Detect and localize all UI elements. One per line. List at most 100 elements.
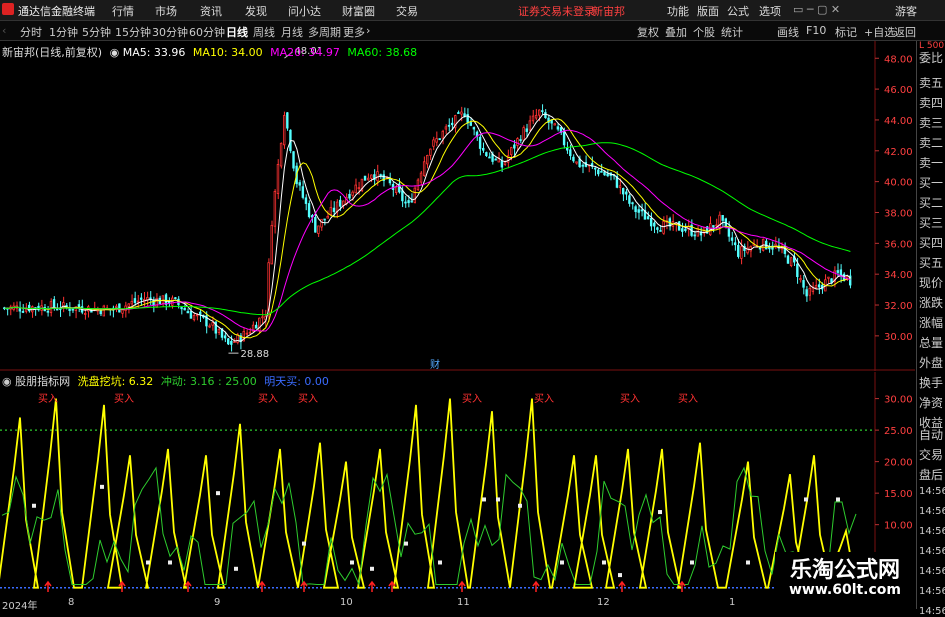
menu-item-caifuquan[interactable]: 财富圈 — [342, 3, 375, 19]
tool-f10-button[interactable]: F10 — [806, 24, 826, 37]
side-panel-label: 卖三 — [919, 116, 944, 130]
side-panel-label: 买四 — [919, 236, 944, 250]
candle-body — [618, 185, 622, 188]
period-tab-5min[interactable]: 5分钟 — [82, 24, 111, 40]
menu-item-wenxiaoda[interactable]: 问小达 — [288, 3, 321, 19]
candle-body — [413, 187, 417, 203]
x-tick-label: 11 — [457, 597, 470, 608]
candle-body — [721, 215, 724, 221]
candle-body — [317, 225, 320, 234]
menu-item-jiaoyi[interactable]: 交易 — [396, 3, 418, 19]
menu-item-xuanxiang[interactable]: 选项 — [759, 3, 781, 19]
tool-back-button[interactable]: 返回 — [894, 24, 916, 40]
candle-body — [404, 201, 407, 204]
candle-body — [789, 257, 793, 267]
period-tab-more[interactable]: 更多 — [343, 24, 365, 40]
candle-body — [401, 190, 404, 202]
candle-body — [301, 186, 305, 198]
period-tab-30min[interactable]: 30分钟 — [152, 24, 188, 40]
candle-body — [600, 170, 603, 173]
candle-body — [553, 123, 556, 126]
menu-item-zixun[interactable]: 资讯 — [200, 3, 222, 19]
tool-add-watch-button[interactable]: +自选 — [864, 24, 895, 40]
candle-body — [366, 177, 370, 181]
guest-label[interactable]: 游客 — [895, 3, 917, 19]
menu-item-hangqing[interactable]: 行情 — [112, 3, 134, 19]
candle-body — [376, 171, 379, 182]
indicator-mingtianmai: 明天买: 0.00 — [264, 375, 329, 388]
candle-body — [808, 288, 811, 296]
period-toolbar: ‹ 分时 1分钟 5分钟 15分钟 30分钟 60分钟 日线 周线 月线 多周期… — [0, 21, 945, 41]
price-chart-panel[interactable]: 48.00 46.00 44.00 42.00 40.00 38.00 36.00 34.00… — [0, 41, 915, 371]
candle-body — [522, 127, 525, 141]
x-tick-label: 8 — [68, 597, 75, 608]
menu-item-gongshi[interactable]: 公式 — [727, 3, 749, 19]
period-tab-monthly[interactable]: 月线 — [281, 24, 303, 40]
window-controls[interactable]: ▭ ─ ▢ ✕ — [793, 3, 840, 16]
period-tab-weekly[interactable]: 周线 — [253, 24, 275, 40]
candle-body — [199, 311, 202, 316]
side-panel-label: 现价 — [919, 276, 944, 290]
candlestick-chart[interactable]: 48.00 46.00 44.00 42.00 40.00 38.00 36.00 34.00… — [0, 41, 915, 371]
candle-body — [727, 227, 731, 237]
candle-body — [273, 191, 277, 227]
candle-body — [18, 308, 22, 312]
signal-dot — [100, 484, 104, 489]
period-tab-multi[interactable]: 多周期 — [308, 24, 341, 40]
tool-gegu-button[interactable]: 个股 — [693, 24, 715, 40]
price-axis-label: 42.00 — [884, 147, 913, 158]
side-panel-label: 14:56 — [919, 526, 945, 537]
candle-body — [223, 335, 227, 339]
candle-body — [388, 178, 392, 184]
candle-body — [152, 299, 155, 306]
ma-settings-icon[interactable]: ◉ — [110, 46, 120, 59]
buy-label: 买入 — [114, 393, 134, 405]
candle-body — [562, 131, 566, 146]
period-tab-15min[interactable]: 15分钟 — [115, 24, 151, 40]
candle-body — [649, 218, 653, 227]
side-panel-label: 卖四 — [919, 96, 944, 110]
candle-body — [270, 224, 273, 265]
candle-body — [248, 331, 252, 334]
tool-diejia-button[interactable]: 叠加 — [665, 24, 687, 40]
menu-item-faxian[interactable]: 发现 — [245, 3, 267, 19]
side-panel-label: 卖一 — [919, 156, 944, 170]
candle-body — [805, 289, 808, 297]
candle-body — [534, 114, 538, 119]
side-panel-label: 买二 — [919, 196, 944, 210]
candle-body — [606, 173, 609, 177]
candle-body — [180, 307, 183, 310]
tool-fuquan-button[interactable]: 复权 — [637, 24, 659, 40]
candle-body — [503, 161, 507, 165]
period-tab-60min[interactable]: 60分钟 — [189, 24, 225, 40]
side-panel-label: 净资 — [919, 396, 944, 410]
toolbar-left-chevron-icon[interactable]: ‹ — [2, 24, 6, 37]
candle-body — [189, 311, 193, 319]
candle-body — [444, 126, 448, 130]
candle-body — [836, 270, 839, 273]
candle-body — [422, 161, 426, 176]
candle-body — [407, 200, 410, 204]
candle-body — [419, 172, 423, 183]
tool-huaxian-button[interactable]: 画线 — [777, 24, 799, 40]
more-dropdown-icon[interactable]: › — [366, 24, 370, 37]
tool-tongji-button[interactable]: 统计 — [721, 24, 743, 40]
tool-biaoji-button[interactable]: 标记 — [835, 24, 857, 40]
candle-body — [737, 245, 740, 257]
candle-body — [469, 122, 472, 126]
ma10-label: MA10: 34.00 — [192, 46, 263, 59]
quote-side-panel[interactable]: L 500 委比 卖五 卖四 卖三 卖二 卖一 买一 买二 买三 买四 买五 现价 涨跌 涨幅 总量 外盘 换手净… — [916, 41, 945, 617]
period-tab-daily[interactable]: 日线 — [226, 24, 248, 40]
login-notice[interactable]: 证券交易未登录 — [518, 3, 595, 19]
indicator-settings-icon[interactable]: ◉ — [2, 375, 12, 388]
period-tab-1min[interactable]: 1分钟 — [49, 24, 78, 40]
menu-item-shichang[interactable]: 市场 — [155, 3, 177, 19]
candle-body — [628, 195, 631, 204]
menu-item-gongneng[interactable]: 功能 — [667, 3, 689, 19]
menu-item-banmian[interactable]: 版面 — [697, 3, 719, 19]
period-tab-fenshi[interactable]: 分时 — [20, 24, 42, 40]
x-tick-label: 10 — [340, 597, 353, 608]
candle-body — [351, 191, 354, 196]
signal-dot — [658, 510, 662, 515]
candle-body — [416, 179, 420, 191]
